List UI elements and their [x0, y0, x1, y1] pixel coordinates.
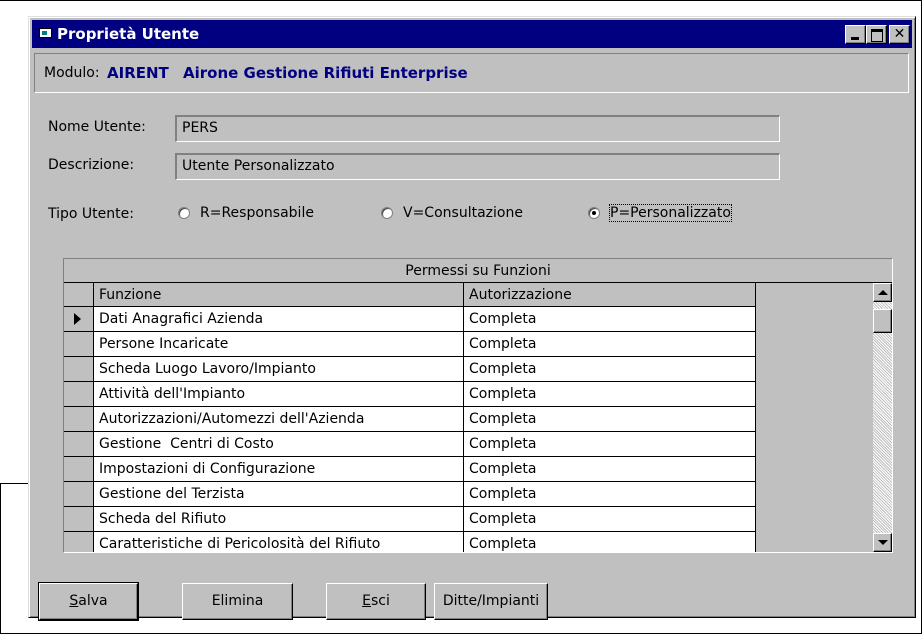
- row-selector[interactable]: [64, 507, 94, 532]
- row-selector[interactable]: [64, 382, 94, 407]
- radio-responsabile[interactable]: R=Responsabile: [178, 205, 314, 221]
- module-name: Airone Gestione Rifiuti Enterprise: [183, 64, 468, 82]
- cell-autorizzazione[interactable]: Completa: [464, 382, 756, 407]
- cell-funzione[interactable]: Scheda del Rifiuto: [94, 507, 464, 532]
- module-code: AIRENT: [107, 64, 169, 82]
- radio-personalizzato[interactable]: P=Personalizzato: [588, 204, 732, 222]
- app-icon[interactable]: [39, 28, 52, 38]
- close-icon: ✕: [893, 26, 906, 42]
- delete-button[interactable]: Elimina: [182, 583, 293, 620]
- current-row-icon: [74, 313, 81, 325]
- row-selector[interactable]: [64, 307, 94, 332]
- cell-autorizzazione[interactable]: Completa: [464, 507, 756, 532]
- radio-dot-icon: [592, 211, 596, 215]
- cell-funzione[interactable]: Impostazioni di Configurazione: [94, 457, 464, 482]
- delete-button-label: Elimina: [211, 593, 264, 609]
- cell-autorizzazione[interactable]: Completa: [464, 457, 756, 482]
- arrow-down-icon: [878, 540, 888, 545]
- save-button[interactable]: Salva: [38, 582, 139, 621]
- username-field[interactable]: PERS: [175, 115, 780, 142]
- scroll-up-button[interactable]: [873, 283, 892, 302]
- cell-funzione[interactable]: Dati Anagrafici Azienda: [94, 307, 464, 332]
- radio-button-icon[interactable]: [381, 207, 393, 219]
- page-border-top: [0, 0, 922, 1]
- cell-autorizzazione[interactable]: Completa: [464, 307, 756, 332]
- radio-consultazione[interactable]: V=Consultazione: [381, 205, 523, 221]
- cell-autorizzazione[interactable]: Completa: [464, 482, 756, 507]
- cell-funzione[interactable]: Caratteristiche di Pericolosità del Rifi…: [94, 532, 464, 552]
- cell-autorizzazione[interactable]: Completa: [464, 357, 756, 382]
- cell-funzione[interactable]: Scheda Luogo Lavoro/Impianto: [94, 357, 464, 382]
- column-header-autorizzazione[interactable]: Autorizzazione: [464, 283, 756, 307]
- radio-button-icon[interactable]: [178, 207, 190, 219]
- row-selector[interactable]: [64, 457, 94, 482]
- row-selector[interactable]: [64, 532, 94, 552]
- header-selector-cell: [64, 283, 94, 307]
- vertical-scrollbar[interactable]: [873, 283, 892, 552]
- user-type-label: Tipo Utente:: [48, 206, 134, 222]
- maximize-icon: [871, 29, 883, 42]
- scroll-thumb[interactable]: [873, 309, 892, 333]
- cell-funzione[interactable]: Autorizzazioni/Automezzi dell'Azienda: [94, 407, 464, 432]
- radio-label: R=Responsabile: [200, 205, 314, 221]
- page-divider: [0, 483, 28, 484]
- cell-autorizzazione[interactable]: Completa: [464, 532, 756, 552]
- save-button-label: Salva: [69, 593, 108, 609]
- scroll-down-button[interactable]: [873, 533, 892, 552]
- row-selector[interactable]: [64, 407, 94, 432]
- page-border-left: [0, 483, 1, 634]
- username-label: Nome Utente:: [48, 119, 146, 135]
- description-label: Descrizione:: [48, 157, 135, 173]
- maximize-button[interactable]: [866, 25, 887, 44]
- exit-button-label: Esci: [362, 593, 390, 609]
- companies-plants-button[interactable]: Ditte/Impianti: [434, 583, 548, 620]
- module-panel: Modulo: AIRENT Airone Gestione Rifiuti E…: [34, 53, 909, 93]
- radio-label: V=Consultazione: [403, 205, 523, 221]
- title-bar[interactable]: Proprietà Utente ✕: [32, 20, 912, 48]
- cell-funzione[interactable]: Gestione del Terzista: [94, 482, 464, 507]
- arrow-up-icon: [878, 290, 888, 295]
- row-selector[interactable]: [64, 432, 94, 457]
- cell-funzione[interactable]: Gestione Centri di Costo: [94, 432, 464, 457]
- close-button[interactable]: ✕: [889, 25, 910, 44]
- column-header-funzione[interactable]: Funzione: [94, 283, 464, 307]
- cell-funzione[interactable]: Persone Incaricate: [94, 332, 464, 357]
- cell-autorizzazione[interactable]: Completa: [464, 407, 756, 432]
- window-title: Proprietà Utente: [57, 25, 200, 43]
- radio-button-selected-icon[interactable]: [588, 207, 600, 219]
- row-selector[interactable]: [64, 357, 94, 382]
- companies-plants-button-label: Ditte/Impianti: [442, 593, 540, 609]
- cell-autorizzazione[interactable]: Completa: [464, 332, 756, 357]
- row-selector[interactable]: [64, 482, 94, 507]
- grid-caption: Permessi su Funzioni: [64, 259, 892, 283]
- user-properties-window: Proprietà Utente ✕ Modulo: AIRENT Airone…: [28, 16, 916, 621]
- module-label: Modulo:: [44, 65, 100, 81]
- cell-autorizzazione[interactable]: Completa: [464, 432, 756, 457]
- cell-funzione[interactable]: Attività dell'Impianto: [94, 382, 464, 407]
- radio-label: P=Personalizzato: [609, 204, 732, 222]
- minimize-icon: [851, 37, 859, 40]
- description-field[interactable]: Utente Personalizzato: [175, 153, 780, 180]
- minimize-button[interactable]: [845, 25, 866, 44]
- row-selector[interactable]: [64, 332, 94, 357]
- exit-button[interactable]: Esci: [326, 583, 426, 620]
- permissions-grid[interactable]: Permessi su Funzioni Funzione Autorizzaz…: [63, 258, 893, 553]
